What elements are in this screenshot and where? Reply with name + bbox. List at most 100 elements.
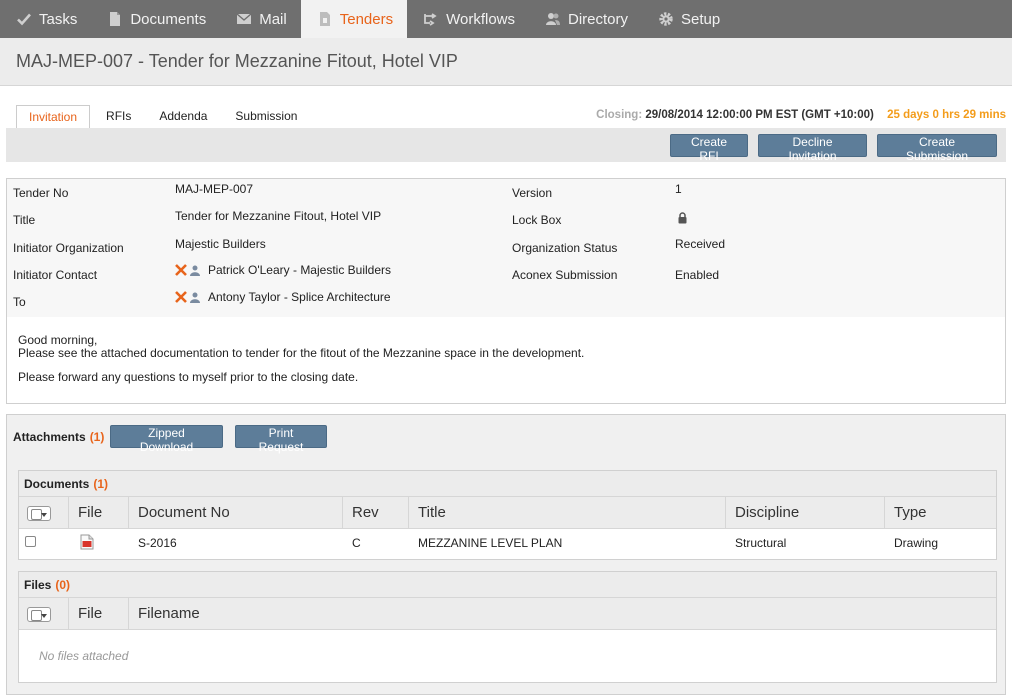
col-file[interactable]: File [69,497,129,529]
col-file[interactable]: File [69,598,129,630]
col-title[interactable]: Title [409,497,726,529]
tender-icon [319,12,330,26]
closing-info: Closing: 29/08/2014 12:00:00 PM EST (GMT… [596,109,1006,121]
to-contact-name[interactable]: Antony Taylor - Splice Architecture [208,290,391,304]
rev-cell: C [352,536,361,550]
title-value: Tender for Mezzanine Fitout, Hotel VIP [175,209,382,223]
initiator-org-label: Initiator Organization [13,241,124,255]
table-row[interactable]: S-2016 C MEZZANINE LEVEL PLAN Structural… [19,529,996,557]
nav-tasks-label: Tasks [39,10,78,28]
invitation-message: Good morning, Please see the attached do… [18,334,584,384]
title-cell: MEZZANINE LEVEL PLAN [418,536,563,550]
closing-label: Closing: [596,109,643,121]
check-icon [17,13,31,26]
time-remaining: 25 days 0 hrs 29 mins [887,109,1006,121]
title-bar: MAJ-MEP-007 - Tender for Mezzanine Fitou… [0,38,1012,86]
col-discipline[interactable]: Discipline [726,497,885,529]
attachments-count: (1) [89,430,105,444]
documents-heading: Documents (1) [19,471,996,497]
aconex-x-icon [175,291,187,303]
files-heading: Files (0) [19,572,996,598]
files-section: Files (0) File Filename No files attached [18,571,997,683]
nav-documents[interactable]: Documents [91,0,220,38]
message-closing: Please forward any questions to myself p… [18,370,359,384]
to-label: To [13,295,26,309]
nav-workflows-label: Workflows [446,10,516,28]
select-all-dropdown[interactable] [27,606,51,622]
files-label: Files [24,578,52,592]
document-no-cell[interactable]: S-2016 [129,536,343,550]
details-grid: Tender No MAJ-MEP-007 Title Tender for M… [7,179,1005,317]
closing-datetime: 29/08/2014 12:00:00 PM EST (GMT +10:00) [645,109,874,121]
nav-documents-label: Documents [130,10,207,28]
initiator-org-value: Majestic Builders [175,237,266,251]
files-select-all[interactable] [19,598,69,630]
files-column-headers: File Filename [19,598,996,630]
tender-no-value: MAJ-MEP-007 [175,182,254,196]
nav-directory-label: Directory [568,10,629,28]
people-icon [546,13,561,25]
person-icon [190,292,200,303]
nav-mail-label: Mail [259,10,287,28]
type-cell: Drawing [894,536,939,550]
documents-count: (1) [93,477,109,491]
attachments-panel: Attachments (1) Zipped Download Print Req… [6,414,1006,695]
col-document-no[interactable]: Document No [129,497,343,529]
pdf-file-icon[interactable] [80,534,94,550]
initiator-contact-label: Initiator Contact [13,268,98,282]
documents-section: Documents (1) File Document No Rev Title … [18,470,997,560]
col-rev[interactable]: Rev [343,497,409,529]
documents-column-headers: File Document No Rev Title Discipline Ty… [19,497,996,529]
version-value: 1 [675,182,682,196]
file-cell [69,534,129,553]
col-filename[interactable]: Filename [129,598,996,630]
select-all-dropdown[interactable] [27,505,51,521]
row-checkbox[interactable] [25,536,36,547]
tender-tabs: Invitation RFIs Addenda Submission [16,105,313,129]
org-status-label: Organization Status [512,241,618,255]
initiator-contact-name[interactable]: Patrick O'Leary - Majestic Builders [208,263,391,277]
initiator-contact-value: Patrick O'Leary - Majestic Builders [175,263,391,277]
version-label: Version [512,186,553,200]
col-type[interactable]: Type [885,497,996,529]
page-title: MAJ-MEP-007 - Tender for Mezzanine Fitou… [16,51,458,71]
nav-setup[interactable]: Setup [642,0,734,38]
lockbox-label: Lock Box [512,213,562,227]
mail-icon [236,13,252,24]
tender-no-label: Tender No [13,186,69,200]
nav-tasks[interactable]: Tasks [0,0,91,38]
nav-workflows[interactable]: Workflows [407,0,529,38]
attachments-heading: Attachments (1) [13,430,104,444]
nav-tenders[interactable]: Tenders [300,0,408,38]
documents-label: Documents [24,477,90,491]
action-bar: Create RFI Decline Invitation Create Sub… [6,128,1006,163]
gear-icon [659,12,673,26]
documents-select-all[interactable] [19,497,69,529]
print-request-button[interactable]: Print Request [235,425,327,454]
decline-invitation-button[interactable]: Decline Invitation [758,134,867,163]
zipped-download-button[interactable]: Zipped Download [110,425,223,454]
attachments-label: Attachments [13,430,86,444]
top-navigation: Tasks Documents Mail Tenders Workflows D… [0,0,1012,38]
files-count: (0) [55,578,71,592]
title-label: Title [13,213,36,227]
discipline-cell: Structural [735,536,787,550]
to-value: Antony Taylor - Splice Architecture [175,290,391,304]
tab-invitation[interactable]: Invitation [16,105,91,129]
nav-mail[interactable]: Mail [220,0,301,38]
aconex-submission-label: Aconex Submission [512,268,618,282]
org-status-value: Received [675,237,726,251]
tab-rfis[interactable]: RFIs [94,105,143,129]
aconex-x-icon [175,264,187,276]
tab-addenda[interactable]: Addenda [147,105,219,129]
lockbox-value [678,212,687,224]
tender-details-panel: Tender No MAJ-MEP-007 Title Tender for M… [6,178,1006,404]
create-submission-button[interactable]: Create Submission [877,134,997,163]
row-select-cell [19,536,69,550]
nav-directory[interactable]: Directory [529,0,642,38]
workflow-icon [424,13,437,26]
create-rfi-button[interactable]: Create RFI [670,134,748,163]
nav-setup-label: Setup [681,10,721,28]
document-icon [110,12,121,26]
tab-submission[interactable]: Submission [223,105,309,129]
